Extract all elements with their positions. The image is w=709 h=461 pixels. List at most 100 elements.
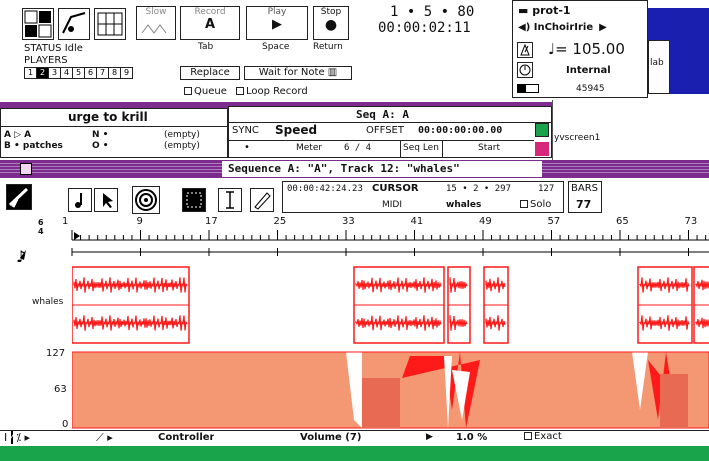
sync-indicator-alt[interactable] (535, 142, 549, 156)
stop-shortcut: Return (313, 42, 343, 52)
instrument-text: InChoirIrie (533, 22, 594, 33)
chunk-cell: N • (92, 130, 109, 140)
controller-lane[interactable] (72, 350, 709, 430)
chunk-cell: B • patches (4, 141, 63, 151)
track-name[interactable]: whales (446, 200, 481, 210)
wait-for-note-button[interactable]: Wait for Note ▥ (244, 66, 352, 80)
percent-label[interactable]: 1.0 % (456, 432, 487, 443)
exact-option[interactable]: Exact (524, 431, 562, 442)
tempo-value[interactable]: ♩= 105.00 (548, 40, 625, 58)
device-name[interactable]: ▬ prot-1 (518, 4, 571, 17)
counter-bar (517, 84, 539, 93)
stub-label: yvscreen1 (554, 133, 601, 143)
play-shortcut: Space (262, 42, 290, 52)
keyboard-icon[interactable] (94, 8, 126, 40)
status-label: STATUS Idle (24, 43, 83, 54)
close-box-icon[interactable] (20, 163, 32, 175)
ctrl-max: 127 (46, 348, 66, 359)
volume-label[interactable]: Volume (7) (300, 432, 361, 443)
chunk-row[interactable]: B • patches O • (empty) (4, 141, 224, 152)
controller-label[interactable]: Controller (158, 432, 214, 443)
track-time: 00:00:42:24.23 (287, 184, 363, 194)
play-button[interactable]: Play ▶ (246, 6, 308, 40)
clock-icon[interactable] (517, 62, 533, 78)
play-icon: ▶ (272, 17, 282, 32)
midi-label: MIDI (382, 200, 403, 210)
footer-tools[interactable]: I ⁄ ⁒ ▸ (4, 431, 30, 444)
pencil-tool-icon[interactable] (250, 188, 274, 212)
device-icon: ▬ (518, 4, 533, 17)
counter-icon[interactable] (22, 8, 54, 40)
chunk-list: A ▷ A N • (empty) B • patches O • (empty) (4, 130, 224, 152)
track-title: Sequence A: "A", Track 12: "whales" (228, 162, 460, 175)
seq-title: Seq A: A (356, 108, 409, 121)
record-shortcut: Tab (198, 42, 214, 52)
cursor-ticks: 127 (538, 184, 555, 194)
replace-button[interactable]: Replace (180, 66, 240, 80)
line-tool-icon[interactable]: ⟋ ▸ (96, 431, 113, 445)
queue-label: Queue (194, 86, 227, 97)
solo-option[interactable]: Solo (520, 199, 551, 210)
record-key: A (204, 17, 216, 32)
cursor-position: 15 • 2 • 297 (446, 184, 512, 194)
slow-button[interactable]: Slow (136, 6, 176, 40)
stub-window (552, 100, 632, 160)
waveform-lane[interactable] (72, 265, 709, 345)
loop-record-checkbox[interactable] (236, 87, 244, 95)
metronome-small-icon[interactable] (517, 42, 533, 58)
slow-button-label: Slow (145, 7, 167, 17)
sync-indicator[interactable] (535, 123, 549, 137)
speaker-icon: ◀) (518, 22, 534, 33)
ruler[interactable]: 1 9 17 25 33 41 49 57 65 73 ♪ (0, 214, 709, 262)
volume-chevron-icon[interactable]: ▶ (426, 432, 433, 442)
note-tool-icon[interactable] (68, 188, 92, 212)
svg-text:♪: ♪ (16, 247, 26, 262)
record-button[interactable]: Record A (180, 6, 240, 40)
device-text: prot-1 (532, 4, 571, 17)
spiral-tool-icon[interactable] (132, 186, 160, 214)
seq-dot: • (244, 142, 250, 153)
ibeam-tool-icon[interactable] (218, 188, 242, 212)
position-readout: 1 • 5 • 80 (390, 4, 475, 20)
chunk-cell: (empty) (164, 141, 200, 151)
chevron-right-icon: ▶ (599, 22, 607, 33)
solo-checkbox[interactable] (520, 200, 528, 208)
time-readout: 00:00:02:11 (378, 20, 471, 36)
stop-button[interactable]: Stop ● (313, 6, 349, 40)
track-label: whales (32, 297, 64, 307)
marquee-tool-icon[interactable] (182, 188, 206, 212)
meter-value[interactable]: 6 / 4 (344, 143, 371, 153)
exact-label: Exact (534, 431, 562, 442)
queue-option[interactable]: Queue (184, 86, 227, 97)
exact-checkbox[interactable] (524, 432, 532, 440)
counter-value: 45945 (576, 84, 605, 94)
start-label[interactable]: Start (478, 143, 500, 153)
metronome-icon[interactable] (58, 8, 90, 40)
telescope-icon[interactable] (6, 184, 32, 210)
players-label: PLAYERS (24, 55, 68, 66)
bars-value: 77 (576, 198, 592, 211)
speed-label[interactable]: Speed (275, 123, 317, 137)
piano-icon: ▥ (327, 67, 338, 78)
chunk-cell: O • (92, 141, 109, 151)
stop-icon: ● (324, 17, 338, 33)
chunks-title: urge to krill (68, 110, 148, 124)
loop-record-option[interactable]: Loop Record (236, 86, 308, 97)
instrument-name[interactable]: ◀) InChoirIrie ▶ (518, 22, 607, 33)
time-sig-bottom: 4 (38, 227, 44, 236)
status-strip (0, 446, 709, 461)
seq-len-label[interactable]: Seq Len (403, 143, 439, 153)
offset-value[interactable]: 00:00:00:00.00 (418, 125, 502, 136)
queue-checkbox[interactable] (184, 87, 192, 95)
players-row: 123456789 (24, 67, 133, 79)
chunk-cell: (empty) (164, 130, 200, 140)
bars-label: BARS (571, 183, 598, 194)
loop-record-label: Loop Record (246, 86, 308, 97)
tempo-source[interactable]: Internal (566, 65, 611, 76)
replace-label: Replace (190, 67, 230, 78)
arrow-tool-icon[interactable] (94, 188, 118, 212)
player-slot[interactable]: 9 (120, 67, 133, 79)
offset-label: OFFSET (366, 125, 404, 136)
chunk-row[interactable]: A ▷ A N • (empty) (4, 130, 224, 141)
sync-label: SYNC (232, 125, 259, 136)
